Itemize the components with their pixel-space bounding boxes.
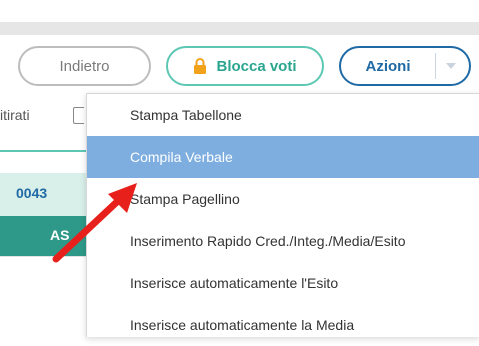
table-header-divider	[0, 150, 86, 152]
chevron-down-icon[interactable]	[436, 63, 466, 69]
actions-label: Azioni	[365, 57, 411, 75]
table-body	[0, 256, 86, 337]
withdrawn-filter-label: itirati	[0, 107, 30, 123]
withdrawn-filter-checkbox[interactable]	[73, 107, 84, 124]
menu-item-compila-verbale[interactable]: Compila Verbale	[87, 136, 479, 178]
actions-menu: Stampa Tabellone Compila Verbale Stampa …	[86, 93, 479, 337]
top-bar	[0, 0, 479, 22]
menu-item-inserisce-esito[interactable]: Inserisce automaticamente l'Esito	[87, 262, 479, 304]
menu-item-stampa-pagellino[interactable]: Stampa Pagellino	[87, 178, 479, 220]
menu-item-inserisce-media[interactable]: Inserisce automaticamente la Media	[87, 304, 479, 346]
header-strip	[0, 22, 479, 35]
lock-icon	[193, 58, 207, 74]
menu-item-stampa-tabellone[interactable]: Stampa Tabellone	[87, 94, 479, 136]
actions-dropdown-button[interactable]: Azioni	[339, 46, 471, 86]
class-code-cell: 0043	[0, 173, 86, 217]
subject-header-cell: AS	[0, 216, 86, 256]
back-button-label: Indietro	[59, 57, 110, 75]
subject-header-label: AS	[50, 227, 70, 243]
lock-grades-label: Blocca voti	[216, 57, 297, 75]
class-code: 0043	[16, 185, 48, 201]
lock-grades-button[interactable]: Blocca voti	[166, 46, 324, 86]
menu-item-inserimento-rapido[interactable]: Inserimento Rapido Cred./Integ./Media/Es…	[87, 220, 479, 262]
back-button[interactable]: Indietro	[18, 46, 151, 86]
